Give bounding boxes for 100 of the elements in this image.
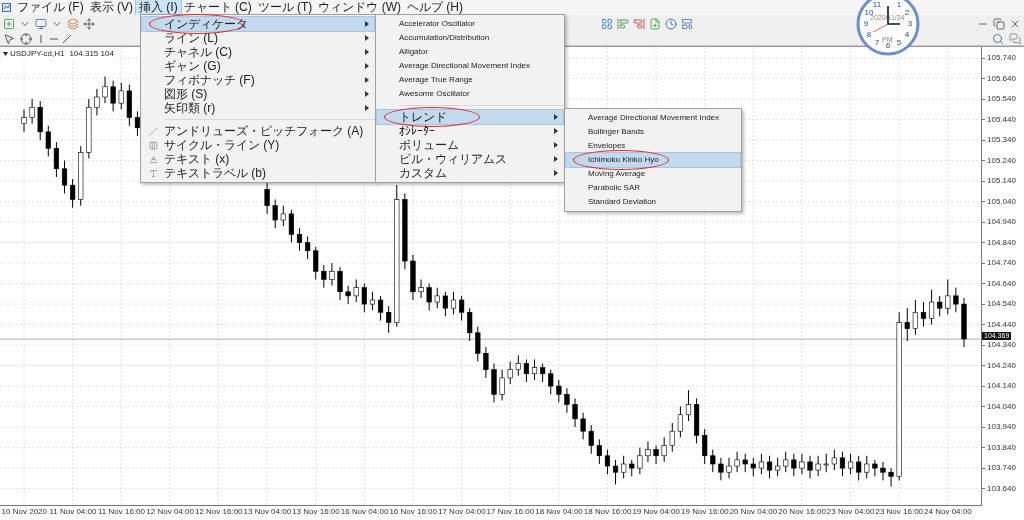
crosshair-icon[interactable]: [19, 31, 33, 46]
candlestick: [467, 307, 473, 342]
menu-item[interactable]: 矢印類 (r): [142, 101, 374, 115]
bar-chart-icon[interactable]: [616, 16, 630, 31]
menu-item[interactable]: カスタム: [377, 166, 563, 180]
time-label: 24 Nov 04:00: [924, 506, 972, 518]
menu-item[interactable]: ライン (L): [142, 31, 374, 45]
add-file-icon[interactable]: [648, 16, 662, 31]
price-label: 104.640: [987, 279, 1016, 288]
menu-item[interactable]: Alligator: [377, 45, 563, 59]
time-label: 17 Nov 16:00: [486, 506, 535, 518]
bar-chart-icon[interactable]: [632, 16, 646, 31]
chat-icon[interactable]: [1008, 31, 1022, 46]
menu-item[interactable]: Standard Deviation: [566, 195, 740, 209]
candlestick: [118, 82, 124, 110]
candlestick: [134, 110, 141, 137]
search-icon[interactable]: [991, 31, 1005, 46]
candlestick: [305, 235, 311, 260]
clock-numeral: 11: [872, 0, 882, 9]
candlestick: [450, 291, 457, 315]
menu-item[interactable]: ビル・ウィリアムス: [377, 152, 563, 166]
menu-item[interactable]: サイクル・ライン (Y): [142, 138, 374, 152]
candlestick: [531, 358, 538, 381]
time-label: 18 Nov 16:00: [583, 506, 632, 518]
clock-numeral: 5: [896, 39, 902, 48]
menu-item[interactable]: ｵｼﾚｰﾀｰ: [377, 124, 563, 138]
menu-bar-item[interactable]: ツール (T): [254, 0, 316, 15]
candlestick: [515, 354, 521, 377]
candlestick: [718, 457, 724, 481]
candlestick: [864, 455, 870, 479]
menu-item[interactable]: アンドリューズ・ピッチフォーク (A): [142, 124, 374, 138]
menu-item[interactable]: Bollinger Bands: [566, 125, 740, 139]
menu-item[interactable]: Moving Average: [566, 167, 740, 181]
menu-bar-item[interactable]: チャート (C): [180, 0, 255, 15]
candlestick: [604, 449, 611, 475]
time-label: 16 Nov 04:00: [340, 506, 389, 518]
menu-item[interactable]: Awesome Oscillator: [377, 87, 563, 101]
new-chart-icon[interactable]: [2, 16, 16, 31]
candlestick: [710, 449, 716, 473]
menu-item[interactable]: Average Directional Movement Index: [377, 59, 563, 73]
menu-bar-item[interactable]: ヘルプ (H): [404, 0, 466, 15]
menu-item[interactable]: ギャン (G): [142, 59, 374, 73]
menu-bar-item[interactable]: 表示 (V): [86, 0, 136, 15]
clock-numeral: 8: [866, 31, 872, 39]
candlestick: [726, 457, 732, 479]
menu-item[interactable]: Average True Range: [377, 73, 563, 87]
menu-item[interactable]: テキスト (x): [142, 152, 374, 166]
candlestick: [702, 428, 708, 465]
menu-item[interactable]: トレンド: [377, 110, 563, 124]
cursor-icon[interactable]: [2, 31, 16, 46]
menu-item[interactable]: ボリューム: [377, 138, 563, 152]
move-icon[interactable]: [82, 16, 96, 31]
candlestick: [928, 289, 935, 326]
price-label: 105.240: [987, 156, 1016, 165]
candlestick: [377, 295, 384, 321]
dropdown-triangle-icon[interactable]: [3, 52, 8, 56]
candlestick: [288, 209, 295, 244]
submenu-arrow-icon: [365, 77, 369, 83]
candlestick: [418, 278, 424, 299]
menu-item[interactable]: テキストラベル (b): [142, 166, 374, 180]
menu-bar-item[interactable]: ファイル (F): [14, 0, 87, 15]
candlestick: [264, 182, 270, 215]
price-label: 104.240: [987, 361, 1016, 370]
restore-icon[interactable]: [992, 16, 1006, 31]
price-label: 105.540: [987, 95, 1016, 104]
price-label: 104.140: [987, 382, 1016, 391]
price-label: 104.340: [987, 341, 1016, 350]
price-label: 103.840: [987, 443, 1016, 452]
candlestick: [742, 453, 748, 473]
menu-item[interactable]: Ichimoku Kinko Hyo: [566, 153, 740, 167]
clock-numeral: 7: [874, 39, 880, 48]
time-label: 13 Nov 16:00: [292, 506, 340, 518]
menu-item[interactable]: Accumulation/Distribution: [377, 31, 563, 45]
time-label: 19 Nov 16:00: [681, 506, 729, 518]
template-icon[interactable]: [680, 16, 694, 31]
candlestick: [612, 459, 619, 485]
trend-line-icon[interactable]: [62, 33, 72, 44]
candlestick: [831, 449, 837, 471]
time-label: 20 Nov 04:00: [729, 506, 778, 518]
monitor-icon[interactable]: [34, 16, 48, 31]
candlestick: [937, 295, 943, 317]
candlestick: [799, 453, 805, 475]
grid-icon[interactable]: [600, 16, 614, 31]
menu-item[interactable]: チャネル (C): [142, 45, 374, 59]
menu-bar-item[interactable]: ウィンドウ (W): [315, 0, 404, 15]
clock-numeral: 9: [863, 20, 869, 28]
candlestick: [758, 453, 765, 475]
menu-item[interactable]: Parabolic SAR: [566, 181, 740, 195]
price-label: 105.040: [987, 197, 1016, 206]
submenu-arrow-icon: [365, 91, 369, 97]
clock-icon[interactable]: [664, 16, 678, 31]
menu-item[interactable]: Envelopes: [566, 139, 740, 153]
menu-item[interactable]: 図形 (S): [142, 87, 374, 101]
time-label: 23 Nov 16:00: [875, 506, 924, 518]
menu-item[interactable]: フィボナッチ (F): [142, 73, 374, 87]
candlestick: [677, 406, 683, 438]
menu-item[interactable]: Average Directional Movement Index: [566, 111, 740, 125]
candlestick: [661, 436, 667, 463]
app-icon[interactable]: [2, 3, 11, 12]
menu-item[interactable]: Accelerator Oscillator: [377, 17, 563, 31]
